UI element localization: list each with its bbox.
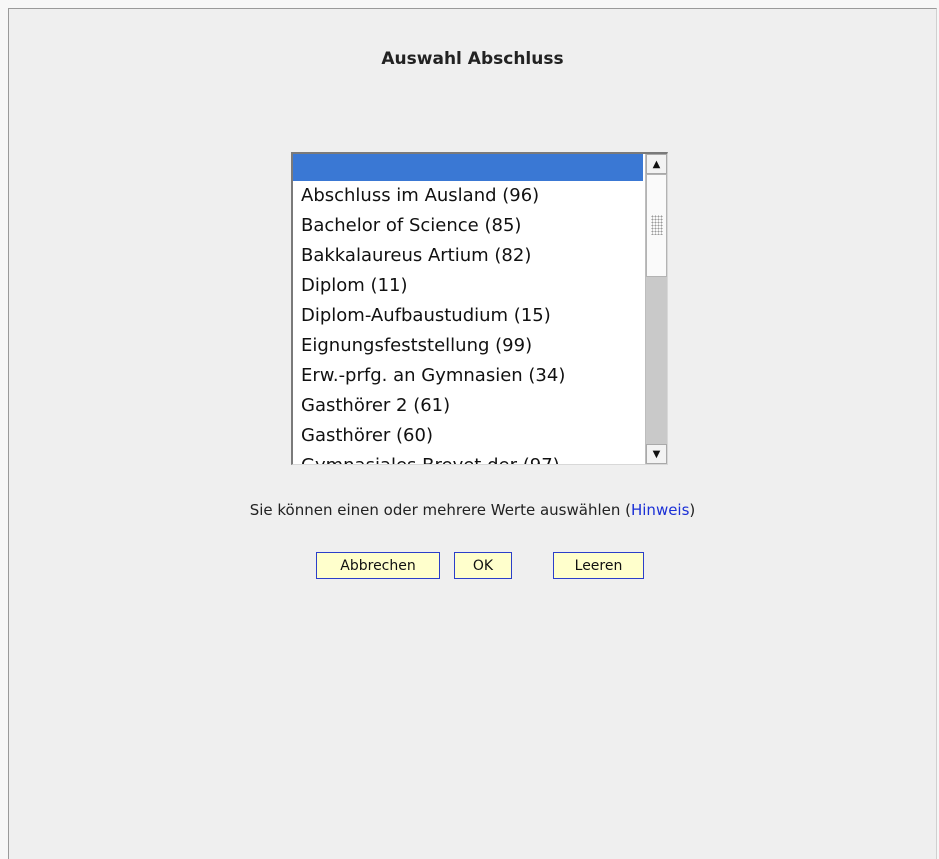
list-item[interactable]: Gymnasiales Brevet der (97) (293, 451, 643, 464)
scroll-up-button[interactable]: ▲ (646, 154, 667, 174)
clear-button[interactable]: Leeren (553, 552, 644, 579)
grip-icon (651, 215, 663, 235)
list-item[interactable]: Diplom (11) (293, 271, 643, 301)
list-item[interactable]: Gasthörer 2 (61) (293, 391, 643, 421)
listbox-items: Abschluss im Ausland (96) Bachelor of Sci… (293, 154, 643, 464)
list-item[interactable] (293, 154, 643, 181)
list-item[interactable]: Bakkalaureus Artium (82) (293, 241, 643, 271)
listbox-scrollbar[interactable]: ▲ ▼ (645, 154, 667, 464)
hint-label: Sie können einen oder mehrere Werte ausw… (249, 501, 631, 519)
list-item[interactable]: Diplom-Aufbaustudium (15) (293, 301, 643, 331)
arrow-down-icon: ▼ (652, 448, 661, 460)
list-item[interactable]: Eignungsfeststellung (99) (293, 331, 643, 361)
hint-text: Sie können einen oder mehrere Werte ausw… (9, 501, 936, 519)
scroll-thumb[interactable] (646, 174, 667, 277)
selection-dialog: Auswahl Abschluss Abschluss im Ausland (… (8, 8, 937, 859)
dialog-title: Auswahl Abschluss (381, 49, 564, 69)
hint-suffix: ) (689, 501, 696, 519)
cancel-button[interactable]: Abbrechen (316, 552, 440, 579)
ok-button[interactable]: OK (454, 552, 512, 579)
scroll-down-button[interactable]: ▼ (646, 444, 667, 464)
arrow-up-icon: ▲ (652, 158, 661, 170)
list-item[interactable]: Erw.-prfg. an Gymnasien (34) (293, 361, 643, 391)
list-item[interactable]: Gasthörer (60) (293, 421, 643, 451)
hint-link[interactable]: Hinweis (631, 501, 689, 519)
list-item[interactable]: Bachelor of Science (85) (293, 211, 643, 241)
list-item[interactable]: Abschluss im Ausland (96) (293, 181, 643, 211)
degree-listbox[interactable]: Abschluss im Ausland (96) Bachelor of Sci… (291, 152, 668, 465)
